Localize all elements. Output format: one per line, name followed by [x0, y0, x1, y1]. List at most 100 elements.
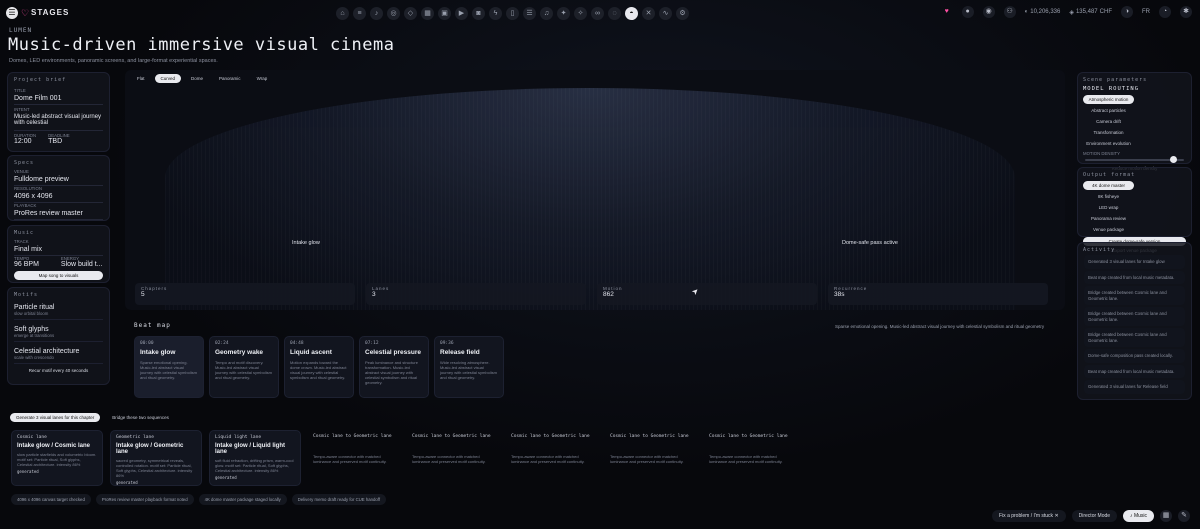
lane-card[interactable]: Cosmic lane to Geometric lane Tempo-aware…	[704, 430, 796, 486]
wand-icon[interactable]: ✧	[574, 7, 587, 20]
account-icon[interactable]: ◉	[982, 6, 995, 18]
close-icon[interactable]: ✕	[1054, 513, 1058, 519]
tempo-field[interactable]: 96 BPM	[14, 261, 39, 268]
format-option[interactable]: LED wrap	[1083, 203, 1134, 212]
playback-field[interactable]: ProRes review master	[14, 208, 103, 220]
music-icon[interactable]: ♪	[370, 7, 383, 20]
routing-option[interactable]: Environment evolution	[1083, 139, 1134, 148]
link-icon[interactable]: ∞	[591, 7, 604, 20]
home-icon[interactable]: ⌂	[336, 7, 349, 20]
routing-option[interactable]: Atmospheric motion	[1083, 95, 1134, 104]
generate-lanes-tab[interactable]: Generate 3 visual lanes for this chapter	[10, 413, 101, 422]
brush-icon[interactable]: ✎	[1178, 510, 1190, 522]
video-icon[interactable]: ▶	[455, 7, 468, 20]
settings-icon[interactable]: ⚙	[676, 7, 689, 20]
chat-icon[interactable]: ◌	[608, 7, 621, 20]
venue-field[interactable]: Fulldome preview	[14, 174, 103, 186]
lane-card[interactable]: Geometric lane Intake glow / Geometric la…	[110, 430, 202, 486]
beat-card[interactable]: 09:36 Release field Wide resolving atmosph…	[434, 336, 504, 398]
brief-deadline-field[interactable]: TBD	[48, 138, 70, 145]
music-row: TEMPO 96 BPM ENERGY Slow build t...	[14, 256, 103, 268]
tab-panoramic[interactable]: Panoramic	[213, 74, 247, 83]
lang-toggle[interactable]: FR	[1142, 9, 1150, 15]
beat-card[interactable]: 04:48 Liquid ascent Motion expands toward …	[284, 336, 354, 398]
user-icon[interactable]: ●	[961, 6, 974, 18]
notification-icon[interactable]: ◔	[1159, 6, 1171, 18]
routing-option[interactable]: Camera drift	[1083, 117, 1134, 126]
director-mode-button[interactable]: Director Mode	[1071, 510, 1118, 522]
recur-motif-button[interactable]: Recur motif every 40 seconds	[14, 368, 103, 373]
lane-card[interactable]: Cosmic lane to Geometric lane Tempo-aware…	[506, 430, 598, 486]
bridge-sequences-tab[interactable]: Bridge these two sequences	[106, 413, 175, 422]
wave-icon[interactable]: ∿	[659, 7, 672, 20]
phone-icon[interactable]: ▯	[506, 7, 519, 20]
format-option[interactable]: 8K fisheye	[1083, 192, 1134, 201]
lane-card[interactable]: Cosmic lane to Geometric lane Tempo-aware…	[407, 430, 499, 486]
brief-deadline: DEADLINE TBD	[48, 133, 70, 145]
beat-card[interactable]: 07:12 Celestial pressure Peak luminance an…	[359, 336, 429, 398]
music-note-icon: ♪	[1130, 513, 1133, 519]
theme-icon[interactable]: ◑	[1121, 6, 1133, 18]
brief-intent-field[interactable]: Music-led abstract visual journey with c…	[14, 112, 103, 131]
help-button[interactable]: Fix a problem / I'm stuck ✕	[992, 510, 1066, 522]
layers-icon[interactable]: ☰	[523, 7, 536, 20]
grid-icon[interactable]: ▦	[1160, 510, 1172, 522]
grid-icon[interactable]: ▦	[421, 7, 434, 20]
map-song-button[interactable]: Map song to visuals	[14, 271, 103, 280]
motif-item[interactable]: Particle ritual slow orbital bloom	[14, 304, 103, 320]
lane-kind: Geometric lane	[116, 435, 154, 440]
motif-sub: slow orbital bloom	[14, 311, 49, 316]
motif-item[interactable]: Celestial architecture scale with crescen…	[14, 348, 103, 364]
beat-card[interactable]: 00:00 Intake glow Sparse emotional opening…	[134, 336, 204, 398]
lane-card[interactable]: Cosmic lane to Geometric lane Tempo-aware…	[308, 430, 400, 486]
routing-option[interactable]: Abstract particles	[1083, 106, 1134, 115]
specs-title: Specs	[14, 160, 35, 166]
dome-icon[interactable]: ◓	[625, 7, 638, 20]
brief-duration-field[interactable]: 12:00	[14, 138, 36, 145]
tab-curved[interactable]: Curved	[154, 74, 182, 83]
status-row: 4096 x 4096 canvas target checked ProRes …	[11, 494, 387, 505]
beat-card[interactable]: 02:24 Geometry wake Tempo and motif discov…	[209, 336, 279, 398]
slider-knob[interactable]	[1170, 156, 1178, 163]
format-option[interactable]: Panorama review	[1083, 214, 1134, 223]
energy-field[interactable]: Slow build t...	[61, 261, 103, 268]
settings-icon[interactable]: ✱	[1180, 6, 1192, 18]
tab-wrap[interactable]: Wrap	[251, 74, 274, 83]
globe-icon[interactable]: ◎	[387, 7, 400, 20]
lane-desc: slow particle starfields and volumetric …	[17, 452, 97, 467]
lane-card[interactable]: Cosmic lane Intake glow / Cosmic lane slow…	[11, 430, 103, 486]
image-icon[interactable]: ▣	[438, 7, 451, 20]
beat-time: 02:24	[215, 341, 229, 346]
resolution-field[interactable]: 4096 x 4096	[14, 191, 103, 203]
stack-icon[interactable]: ≡	[353, 7, 366, 20]
star-icon[interactable]: ✦	[557, 7, 570, 20]
tab-flat[interactable]: Flat	[131, 74, 151, 83]
camera-icon[interactable]: ◙	[472, 7, 485, 20]
lane-card[interactable]: Cosmic lane to Geometric lane Tempo-aware…	[605, 430, 697, 486]
note-icon[interactable]: ♫	[540, 7, 553, 20]
heart-icon[interactable]: ♥	[941, 6, 953, 18]
motif-item[interactable]: Soft glyphs emerge at transitions	[14, 326, 103, 342]
motion-density-slider[interactable]	[1085, 156, 1184, 163]
track-field[interactable]: Final mix	[14, 244, 103, 256]
cube-icon[interactable]: ◇	[404, 7, 417, 20]
view-mode-tabs: Flat Curved Dome Panoramic Wrap	[131, 74, 273, 83]
brief-title-field[interactable]: Dome Film 001	[14, 93, 103, 105]
activity-item: Beat map created from local music metada…	[1084, 270, 1185, 284]
team-icon[interactable]: ⚇	[1003, 6, 1016, 18]
motifs-title: Motifs	[14, 292, 39, 298]
format-option[interactable]: Venue package	[1083, 225, 1134, 234]
bolt-icon[interactable]: ϟ	[489, 7, 502, 20]
tools-icon[interactable]: ✕	[642, 7, 655, 20]
format-option[interactable]: 4K dome master	[1083, 181, 1134, 190]
dome-preview	[165, 88, 1015, 310]
tab-dome[interactable]: Dome	[185, 74, 209, 83]
music-button[interactable]: ♪ Music	[1123, 510, 1154, 522]
motif-sub: emerge at transitions	[14, 333, 55, 338]
routing-option[interactable]: Transformation	[1083, 128, 1134, 137]
menu-icon[interactable]: ☰	[6, 7, 18, 19]
tool-row: ⌂ ≡ ♪ ◎ ◇ ▦ ▣ ▶ ◙ ϟ ▯ ☰ ♫ ✦ ✧ ∞ ◌ ◓ ✕ ∿ ⚙	[336, 7, 689, 20]
beat-desc: Tempo and motif discovery. Music-led abs…	[215, 360, 272, 380]
lane-card[interactable]: Liquid light lane Intake glow / Liquid li…	[209, 430, 301, 486]
motif-name: Celestial architecture	[14, 348, 80, 355]
